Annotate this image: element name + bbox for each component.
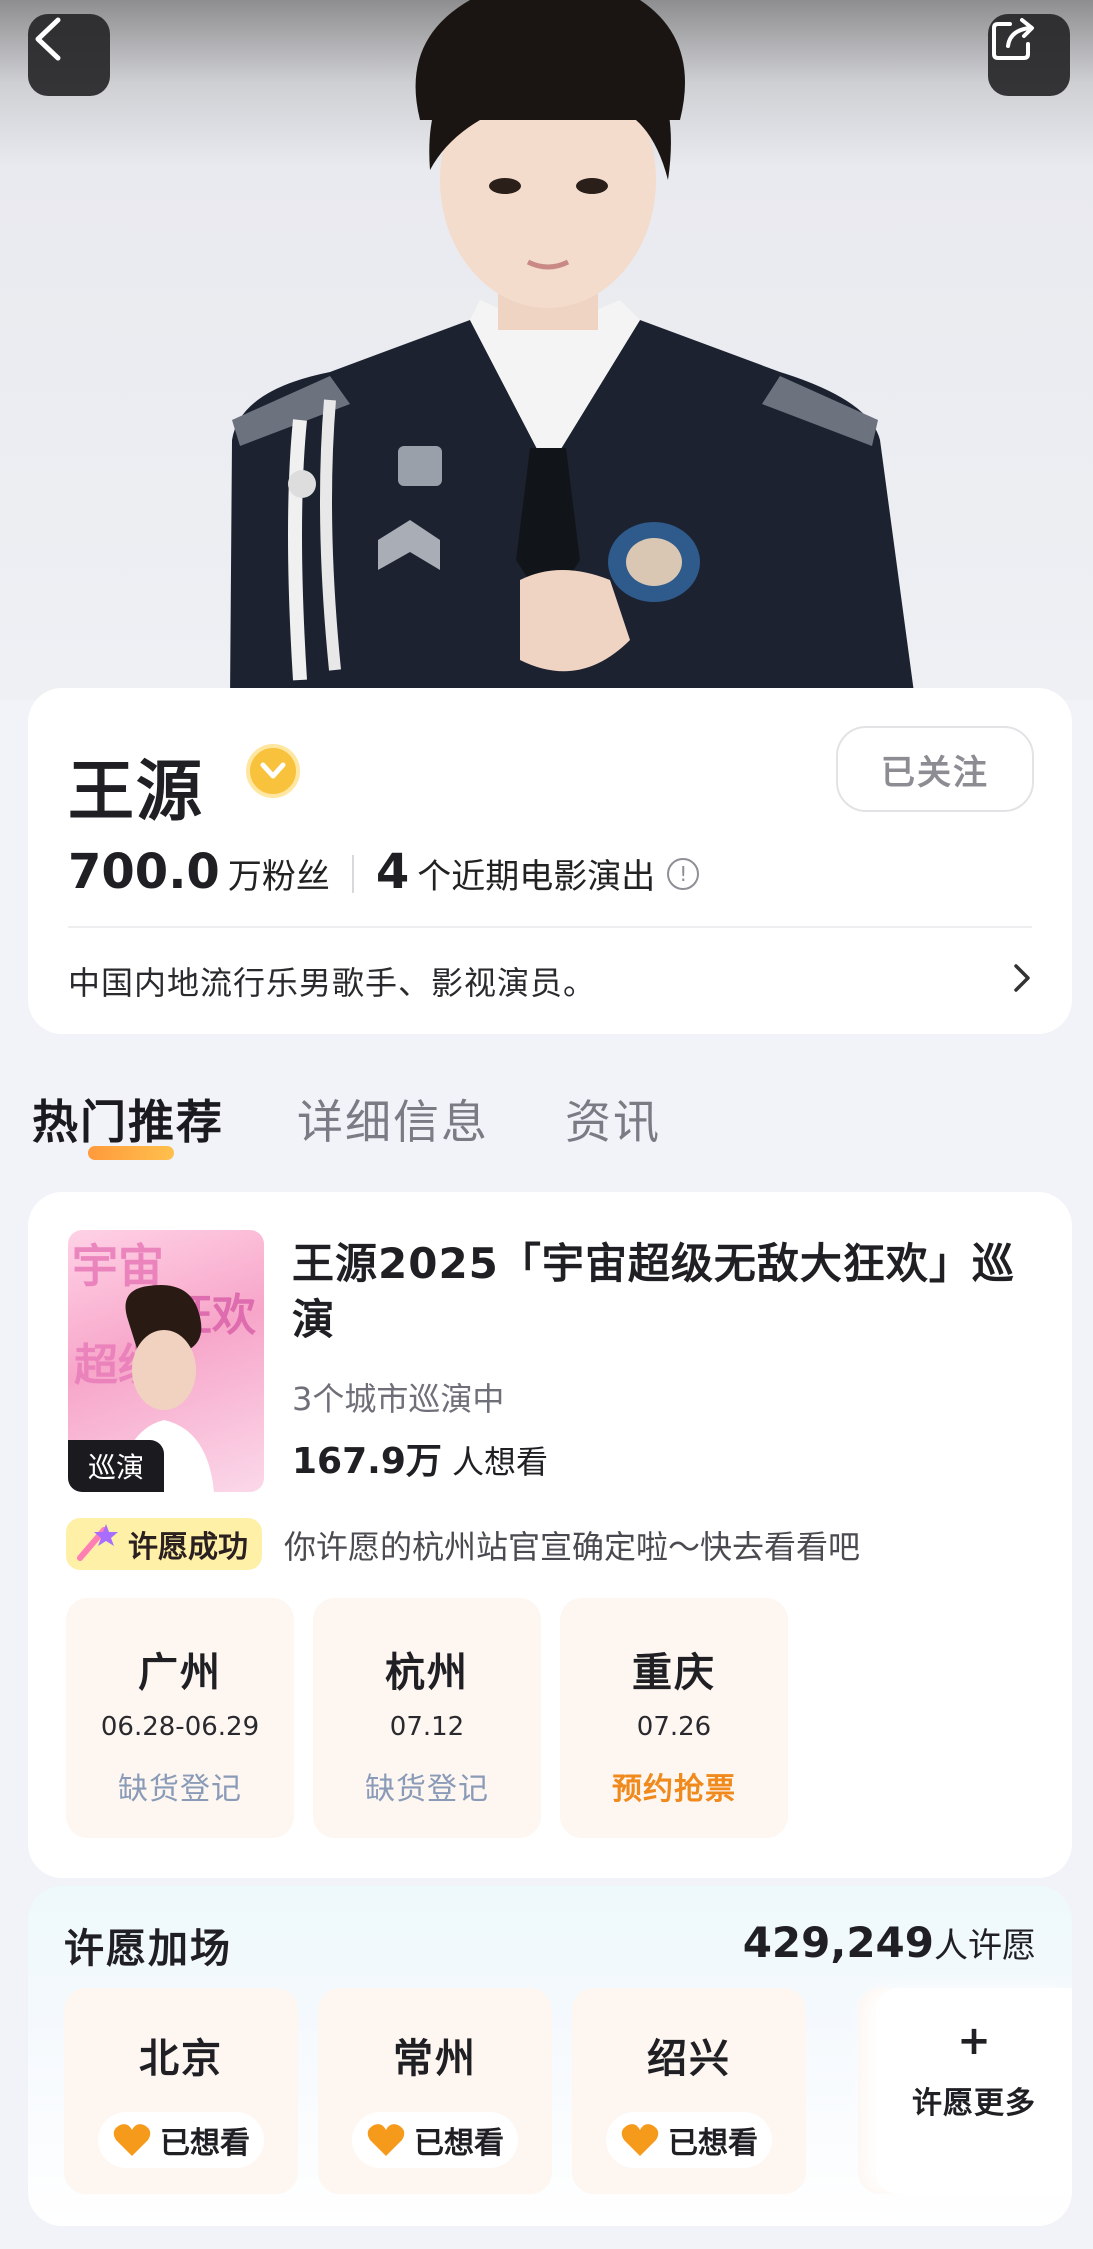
shows-count: 4 <box>375 844 410 900</box>
wish-more-button[interactable]: + 许愿更多 <box>876 1988 1072 2194</box>
tour-tag: 巡演 <box>68 1440 164 1492</box>
wish-city-name: 北京 <box>139 2036 223 2082</box>
tour-city-card[interactable]: 重庆 07.26 预约抢票 <box>560 1598 788 1838</box>
back-chevron-icon <box>35 17 61 61</box>
artist-stats: 700.0 万粉丝 4 个近期电影演出 ! <box>68 844 700 904</box>
wish-city-card[interactable]: 常州 已想看 <box>318 1988 552 2194</box>
chevron-right-icon[interactable] <box>1010 958 1034 998</box>
wish-success-badge: 许愿成功 <box>66 1518 262 1570</box>
wanted-pill[interactable]: 已想看 <box>606 2112 772 2168</box>
wish-encore-card: 许愿加场 429,249人许愿 北京 已想看 常州 已想看 绍兴 已想看 + 许… <box>28 1886 1072 2226</box>
fans-count: 700.0 <box>68 844 220 900</box>
tab-details[interactable]: 详细信息 <box>297 1086 489 1152</box>
artist-name: 王源 <box>68 753 204 830</box>
wish-city-name: 常州 <box>393 2036 477 2082</box>
city-name: 广州 <box>138 1650 222 1696</box>
tour-poster[interactable]: 宇宙 狂欢 超级 巡演 <box>68 1230 264 1492</box>
wanted-label: 已想看 <box>668 2126 758 2161</box>
tab-news[interactable]: 资讯 <box>565 1086 661 1152</box>
wish-badge-label: 许愿成功 <box>128 1530 248 1565</box>
profile-divider <box>68 926 1032 928</box>
wish-star-icon <box>77 1524 118 1561</box>
wish-count-number: 429,249 <box>742 1918 934 1967</box>
wish-city-card[interactable]: 北京 已想看 <box>64 1988 298 2194</box>
heart-icon <box>367 2124 405 2156</box>
content-tabs: 热门推荐 详细信息 资讯 <box>32 1086 1062 1176</box>
share-button[interactable] <box>988 14 1070 96</box>
heart-icon <box>621 2124 659 2156</box>
city-date: 07.12 <box>389 1712 465 1742</box>
heart-icon <box>113 2124 151 2156</box>
wanted-label: 已想看 <box>160 2126 250 2161</box>
city-name: 杭州 <box>385 1650 469 1696</box>
tour-card[interactable]: 宇宙 狂欢 超级 巡演 王源2025「宇宙超级无敌大狂欢」巡演 3个城市巡演中 … <box>28 1192 1072 1878</box>
tour-want-count: 167.9万 人想看 <box>292 1432 548 1484</box>
city-date: 06.28-06.29 <box>100 1712 260 1742</box>
want-unit: 人想看 <box>452 1443 549 1481</box>
fans-unit: 万粉丝 <box>227 857 330 897</box>
wish-section-title: 许愿加场 <box>64 1926 232 1972</box>
wish-city-card[interactable]: 绍兴 已想看 <box>572 1988 806 2194</box>
tour-subtitle: 3个城市巡演中 <box>292 1380 505 1418</box>
tour-city-card[interactable]: 杭州 07.12 缺货登记 <box>313 1598 541 1838</box>
wanted-pill[interactable]: 已想看 <box>352 2112 518 2168</box>
hero-banner <box>0 0 1093 700</box>
wish-count: 429,249人许愿 <box>743 1918 1036 1967</box>
want-number: 167.9万 <box>292 1441 442 1482</box>
profile-card: 王源 已关注 700.0 万粉丝 4 个近期电影演出 ! 中国内地流行乐男歌手、… <box>28 688 1072 1034</box>
plus-icon: + <box>957 2018 991 2064</box>
wanted-label: 已想看 <box>414 2126 504 2161</box>
wish-more-label: 许愿更多 <box>912 2086 1036 2121</box>
wish-city-name: 绍兴 <box>647 2036 731 2082</box>
artist-bio[interactable]: 中国内地流行乐男歌手、影视演员。 <box>68 958 1008 1004</box>
back-button[interactable] <box>28 14 110 96</box>
follow-button[interactable]: 已关注 <box>836 726 1034 812</box>
stats-divider <box>351 855 354 893</box>
tour-city-card[interactable]: 广州 06.28-06.29 缺货登记 <box>66 1598 294 1838</box>
wish-count-unit: 人许愿 <box>934 1926 1036 1966</box>
tab-hot-recommend[interactable]: 热门推荐 <box>32 1086 224 1152</box>
verified-badge-icon <box>246 744 300 798</box>
shows-unit: 个近期电影演出 <box>417 857 656 897</box>
city-name: 重庆 <box>632 1650 716 1696</box>
share-icon <box>992 18 1034 60</box>
city-status: 缺货登记 <box>118 1772 242 1807</box>
info-icon[interactable]: ! <box>667 858 700 890</box>
artist-photo <box>230 0 915 700</box>
svg-text:宇宙: 宇宙 <box>72 1239 164 1293</box>
city-status: 缺货登记 <box>365 1772 489 1807</box>
tour-title[interactable]: 王源2025「宇宙超级无敌大狂欢」巡演 <box>292 1236 1032 1348</box>
wanted-pill[interactable]: 已想看 <box>98 2112 264 2168</box>
city-status: 预约抢票 <box>612 1772 736 1807</box>
city-date: 07.26 <box>636 1712 712 1742</box>
wish-message[interactable]: 你许愿的杭州站官宣确定啦～快去看看吧 <box>284 1522 860 1568</box>
